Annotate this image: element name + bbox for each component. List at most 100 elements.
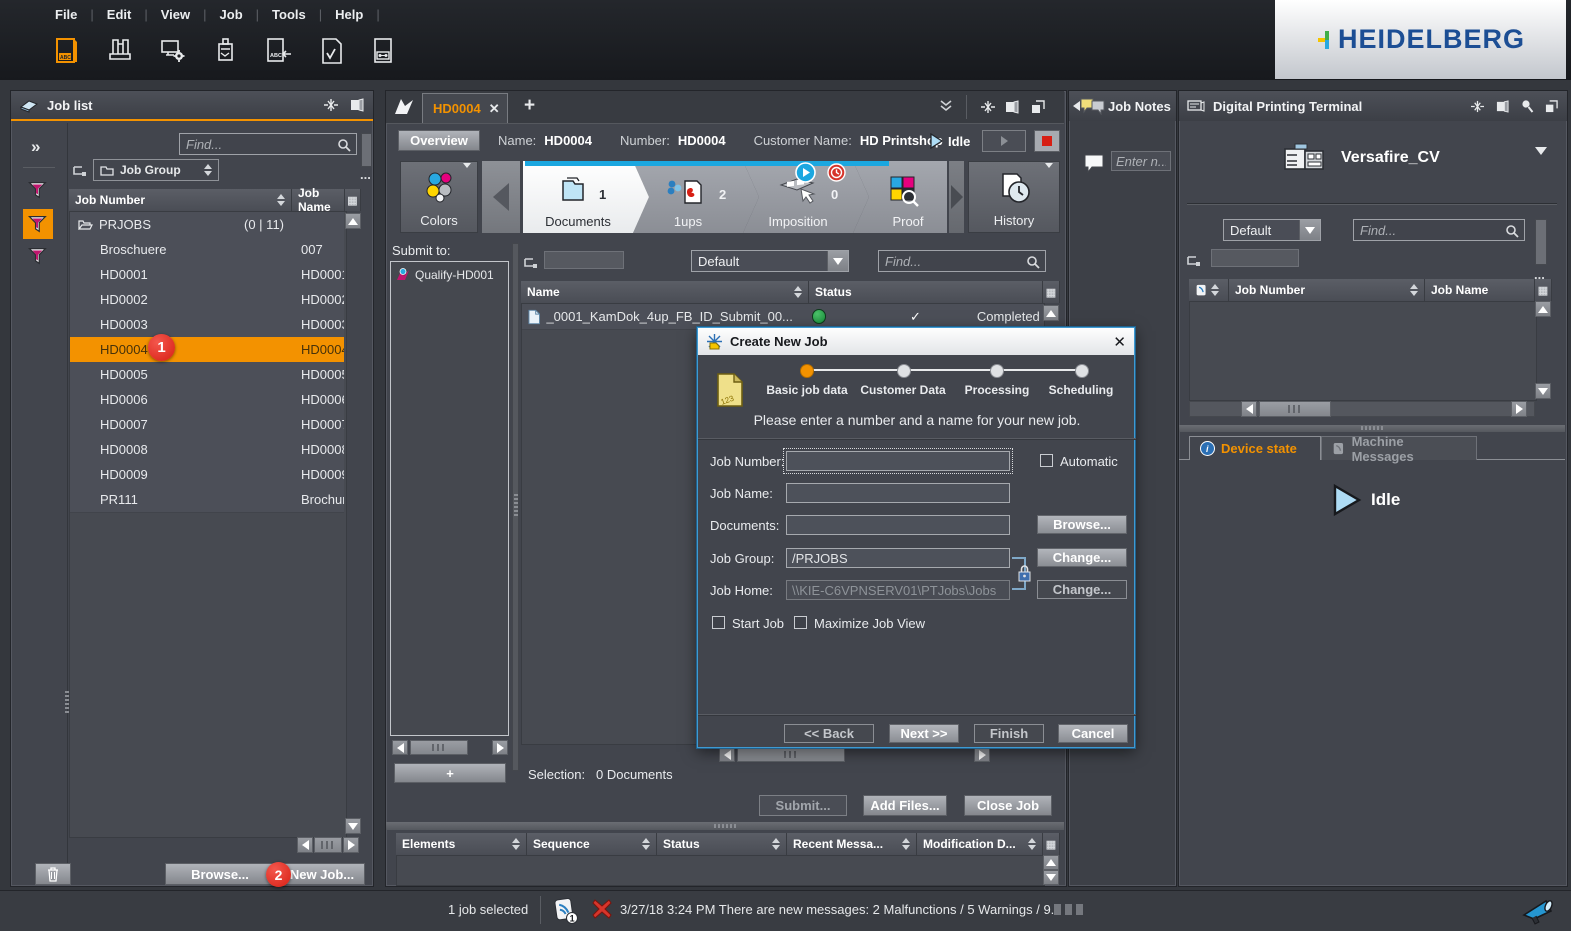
more-status-icon[interactable] — [1054, 904, 1083, 915]
automatic-checkbox[interactable] — [1040, 454, 1053, 467]
megaphone-icon[interactable] — [1522, 897, 1556, 928]
documents-input[interactable] — [786, 515, 1010, 535]
job-group-change-button[interactable]: Change... — [1037, 548, 1127, 567]
column-config-button[interactable]: ▦ — [1043, 281, 1060, 303]
splitter-grip[interactable] — [65, 691, 69, 713]
collapse-panel-icon[interactable] — [1470, 100, 1485, 113]
scrollbar-thumb[interactable] — [1259, 401, 1331, 417]
collapse-panel-icon[interactable] — [980, 100, 996, 117]
scroll-left-button[interactable] — [297, 837, 313, 853]
detach-panel-icon[interactable] — [1030, 100, 1046, 117]
undock-panel-icon[interactable] — [1004, 100, 1020, 117]
job-row[interactable]: HD0001HD0001_I — [70, 262, 344, 288]
column-header-recent-message[interactable]: Recent Messa... — [787, 833, 917, 855]
menu-edit[interactable]: Edit — [94, 7, 145, 22]
maximize-job-view-checkbox[interactable] — [794, 616, 807, 629]
job-row-selected[interactable]: HD0004HD0004 — [70, 337, 344, 363]
job-list-search-input[interactable] — [179, 133, 357, 155]
overview-button[interactable]: Overview — [398, 130, 480, 151]
next-button[interactable]: Next >> — [889, 724, 959, 743]
job-row[interactable]: HD0002HD0002_C — [70, 287, 344, 313]
tab-close-icon[interactable]: ✕ — [489, 101, 500, 117]
column-config-button[interactable]: ▦ — [1043, 833, 1060, 855]
job-group-row[interactable]: PRJOBS (0 | 11) — [70, 212, 344, 238]
panel-scroll-handle[interactable] — [1535, 219, 1547, 265]
chevron-left-icon[interactable] — [1073, 101, 1080, 111]
scroll-down-button[interactable] — [1043, 870, 1059, 885]
note-input[interactable] — [1111, 151, 1171, 171]
collapse-panel-icon[interactable] — [323, 98, 339, 112]
tab-hd0004[interactable]: HD0004 ✕ — [422, 93, 508, 123]
history-button[interactable]: History — [968, 161, 1060, 233]
column-header-sequence[interactable]: Sequence — [527, 833, 657, 855]
menu-view[interactable]: View — [148, 7, 203, 22]
scrollbar-thumb[interactable] — [314, 837, 342, 853]
scroll-up-button[interactable] — [1535, 301, 1551, 317]
undock-panel-icon[interactable] — [1495, 100, 1510, 113]
vertical-splitter[interactable] — [512, 243, 519, 771]
scroll-right-button[interactable] — [343, 837, 359, 853]
pin-search-icon[interactable] — [1520, 99, 1534, 113]
tree-view-icon[interactable] — [1187, 255, 1201, 270]
dialog-close-icon[interactable]: ✕ — [1113, 333, 1126, 351]
column-header-status[interactable]: Status — [657, 833, 787, 855]
column-header-modification-date[interactable]: Modification D... — [917, 833, 1043, 855]
workflow-scroll-right[interactable] — [949, 161, 964, 233]
import-doc-tool-icon[interactable]: ABC — [262, 34, 296, 68]
menu-tools[interactable]: Tools — [259, 7, 319, 22]
expand-filters-button[interactable]: » — [31, 137, 40, 157]
scroll-up-button[interactable] — [1043, 305, 1059, 321]
column-header-elements[interactable]: Elements — [396, 833, 527, 855]
finish-button[interactable]: Finish — [974, 724, 1044, 743]
column-config-button[interactable]: ▦ — [1535, 279, 1552, 301]
scrollbar-thumb[interactable] — [410, 740, 468, 755]
scroll-down-button[interactable] — [1535, 383, 1551, 399]
job-row[interactable]: HD0006HD0006_S — [70, 387, 344, 413]
system-settings-tool-icon[interactable] — [156, 34, 190, 68]
column-header-job-number[interactable]: Job Number — [69, 189, 292, 211]
menu-job[interactable]: Job — [207, 7, 256, 22]
column-header-job-name[interactable]: Job Name — [292, 189, 345, 211]
tree-view-icon[interactable] — [524, 257, 538, 272]
panel-scroll-handle[interactable] — [361, 133, 372, 167]
undock-panel-icon[interactable] — [349, 98, 365, 112]
job-name-input[interactable] — [786, 483, 1010, 503]
delete-job-button[interactable] — [35, 863, 71, 885]
colors-button[interactable]: Colors — [400, 161, 478, 233]
submit-target-item[interactable]: Qualify-HD001 — [391, 262, 508, 288]
submit-button[interactable]: Submit... — [759, 795, 847, 816]
check-doc-tool-icon[interactable] — [315, 34, 349, 68]
job-row[interactable]: HD0009HD0009 — [70, 462, 344, 488]
horizontal-splitter[interactable] — [1179, 425, 1565, 432]
lock-icon[interactable] — [1017, 564, 1032, 585]
tab-overflow-icon[interactable] — [938, 99, 954, 116]
scroll-left-button[interactable] — [719, 747, 735, 762]
filter-preset-3-icon[interactable] — [27, 245, 49, 270]
close-job-button[interactable]: Close Job — [964, 795, 1052, 816]
job-row[interactable]: HD0007HD0007_V — [70, 412, 344, 438]
scroll-down-button[interactable] — [345, 818, 361, 834]
job-row[interactable]: Broschuere007 — [70, 237, 344, 263]
column-header-name[interactable]: Name — [521, 281, 809, 303]
step-documents[interactable]: 1 Documents — [523, 161, 649, 233]
job-row[interactable]: HD0003HD0003 — [70, 312, 344, 338]
browse-button[interactable]: Browse... — [165, 863, 275, 885]
column-header-status[interactable]: Status — [809, 281, 1043, 303]
cancel-button[interactable]: Cancel — [1058, 724, 1128, 743]
scroll-up-button[interactable] — [345, 213, 361, 229]
step-1ups[interactable]: 2 1ups — [633, 161, 759, 233]
filter-field[interactable] — [544, 251, 624, 269]
job-list-tool-icon[interactable]: ABC — [50, 34, 84, 68]
press-tool-icon[interactable] — [209, 34, 243, 68]
menu-help[interactable]: Help — [322, 7, 376, 22]
tab-machine-messages[interactable]: Machine Messages — [1321, 436, 1477, 460]
dpt-view-dropdown[interactable]: Default — [1223, 219, 1321, 241]
stop-job-button[interactable] — [1034, 130, 1060, 152]
column-header-send-status[interactable] — [1189, 279, 1229, 301]
documents-search-input[interactable] — [878, 250, 1046, 272]
dpt-search-input[interactable] — [1353, 219, 1525, 241]
new-tab-button[interactable]: + — [524, 95, 535, 117]
filter-preset-1-icon[interactable] — [27, 179, 49, 204]
new-job-button[interactable]: New Job... — [279, 863, 365, 885]
scroll-right-button[interactable] — [974, 747, 990, 762]
